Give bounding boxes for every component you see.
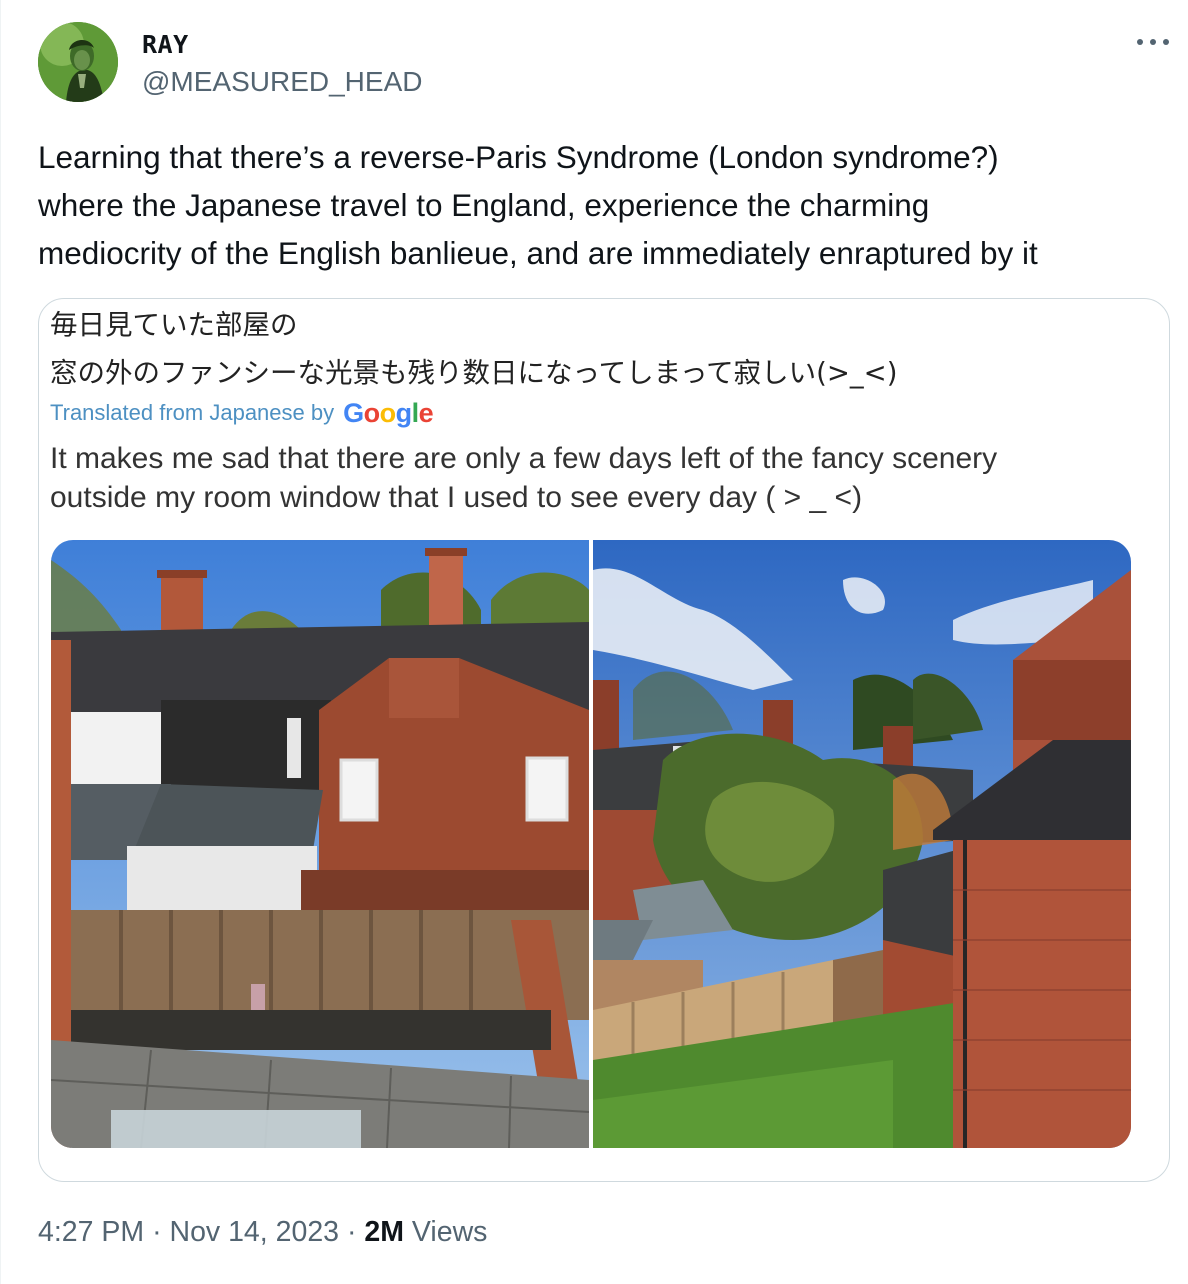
avatar-portrait-icon: [38, 22, 118, 102]
tweet: RAY @MEASURED_HEAD Learning that there’s…: [0, 0, 1188, 1284]
photo-left[interactable]: [51, 540, 589, 1148]
tweet-text-line: mediocrity of the English banlieue, and …: [38, 235, 1038, 271]
translation-line: outside my room window that I used to se…: [50, 481, 863, 514]
separator: ·: [346, 1216, 357, 1248]
views-count: 2M: [364, 1216, 404, 1248]
terraced-houses-photo-icon: [51, 540, 589, 1148]
more-dots-icon: [1137, 39, 1169, 45]
separator: ·: [152, 1216, 162, 1248]
japanese-text-line: 窓の外のファンシーな光景も残り数日になってしまって寂しい(>_<): [50, 357, 898, 389]
timestamp-time[interactable]: 4:27 PM: [38, 1216, 144, 1248]
timestamp-date[interactable]: Nov 14, 2023: [169, 1216, 339, 1248]
translated-from-japanese-link[interactable]: Translated from Japanese by Google: [50, 395, 434, 431]
tweet-text-line: where the Japanese travel to England, ex…: [38, 187, 930, 223]
tweet-text: Learning that there’s a reverse-Paris Sy…: [38, 133, 1168, 277]
google-logo-icon: Google: [343, 397, 434, 428]
garden-houses-photo-icon: [593, 540, 1131, 1148]
tweet-metadata: 4:27 PM · Nov 14, 2023 · 2M Views: [38, 1216, 487, 1249]
photo-right[interactable]: [593, 540, 1131, 1148]
translated-label: Translated from Japanese by: [50, 400, 335, 425]
views-label: Views: [411, 1216, 488, 1248]
japanese-text-line: 毎日見ていた部屋の: [50, 309, 298, 341]
author-display-name[interactable]: RAY: [142, 30, 189, 59]
translation-text: It makes me sad that there are only a fe…: [50, 439, 1150, 517]
avatar[interactable]: [38, 22, 118, 102]
translation-line: It makes me sad that there are only a fe…: [50, 442, 998, 475]
japanese-text: 毎日見ていた部屋の 窓の外のファンシーな光景も残り数日になってしまって寂しい(>…: [50, 301, 897, 397]
tweet-text-line: Learning that there’s a reverse-Paris Sy…: [38, 139, 999, 175]
more-options-button[interactable]: [1135, 32, 1171, 52]
author-handle[interactable]: @MEASURED_HEAD: [142, 66, 422, 98]
quoted-post-card[interactable]: 毎日見ていた部屋の 窓の外のファンシーな光景も残り数日になってしまって寂しい(>…: [38, 298, 1170, 1182]
